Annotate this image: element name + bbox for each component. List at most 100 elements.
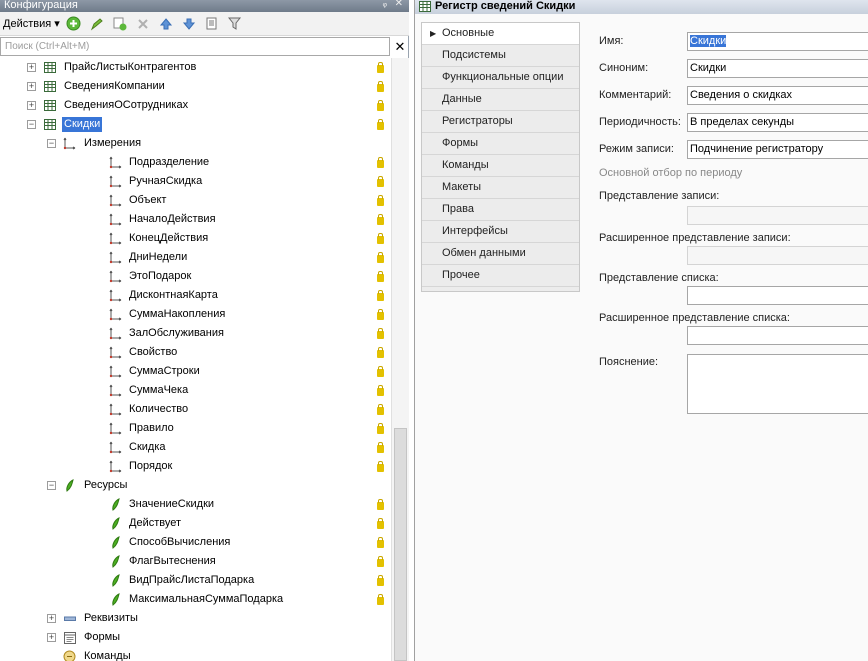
nav-item[interactable]: Обмен данными [422, 243, 579, 265]
nav-item[interactable]: ▶ Основные [422, 23, 579, 45]
tree-item[interactable]: − Ресурсы [0, 476, 390, 495]
tree-item[interactable]: Подразделение [0, 153, 390, 172]
list-repr-label: Представление списка: [599, 272, 719, 284]
lock-icon [377, 328, 384, 339]
list-repr-input[interactable] [687, 286, 868, 305]
expand-icon[interactable]: + [27, 82, 36, 91]
ext-list-repr-input[interactable] [687, 326, 868, 345]
nav-item[interactable]: Команды [422, 155, 579, 177]
tree-item[interactable]: ДниНедели [0, 248, 390, 267]
scrollbar-thumb[interactable] [394, 428, 407, 661]
panel-title-text: Конфигурация [4, 0, 78, 11]
lock-icon [377, 499, 384, 510]
table-icon [43, 61, 56, 74]
nav-item[interactable]: Формы [422, 133, 579, 155]
tree-item[interactable]: − Измерения [0, 134, 390, 153]
actions-menu-button[interactable]: Действия ▾ [3, 17, 60, 30]
tree-item[interactable]: СуммаЧека [0, 381, 390, 400]
nav-item-label: Формы [442, 137, 479, 149]
tree-item[interactable]: Объект [0, 191, 390, 210]
tree-item[interactable]: ЗалОбслуживания [0, 324, 390, 343]
nav-item-label: Интерфейсы [442, 225, 508, 237]
collapse-icon[interactable]: − [47, 139, 56, 148]
write-mode-select[interactable]: Подчинение регистратору [687, 140, 868, 159]
tree-item[interactable]: СуммаСтроки [0, 362, 390, 381]
search-input[interactable]: Поиск (Ctrl+Alt+M) [0, 37, 390, 56]
nav-item[interactable]: Регистраторы [422, 111, 579, 133]
lock-icon [377, 81, 384, 92]
nav-item[interactable]: Макеты [422, 177, 579, 199]
nav-item[interactable]: Подсистемы [422, 45, 579, 67]
form-icon [63, 631, 76, 644]
configuration-panel-title: Конфигурация ᵩ ✕ [0, 0, 409, 12]
copy-icon[interactable] [110, 14, 130, 34]
tree-item-label: Скидка [129, 441, 166, 453]
expand-icon[interactable]: + [47, 614, 56, 623]
synonym-input[interactable]: Скидки [687, 59, 868, 78]
tree-item[interactable]: + СведенияОСотрудниках [0, 96, 390, 115]
dimension-icon [109, 403, 122, 416]
expand-icon[interactable]: + [47, 633, 56, 642]
move-up-icon[interactable] [156, 14, 176, 34]
tree-item[interactable]: + ПрайсЛистыКонтрагентов [0, 58, 390, 77]
expand-icon[interactable]: + [27, 63, 36, 72]
name-input[interactable]: Скидки [687, 32, 868, 51]
tree-item[interactable]: МаксимальнаяСуммаПодарка [0, 590, 390, 609]
expand-icon[interactable]: + [27, 101, 36, 110]
collapse-icon[interactable]: − [27, 120, 36, 129]
ext-record-repr-input[interactable] [687, 246, 868, 265]
tree-item[interactable]: ДисконтнаяКарта [0, 286, 390, 305]
clear-search-icon[interactable]: ✕ [392, 37, 408, 56]
add-icon[interactable] [64, 14, 84, 34]
nav-item[interactable]: Прочее [422, 265, 579, 287]
close-icon[interactable]: ✕ [395, 0, 403, 9]
configuration-panel: Конфигурация ᵩ ✕ Действия ▾ Поиск (Ctrl+… [0, 0, 409, 661]
tree-item[interactable]: КонецДействия [0, 229, 390, 248]
nav-item[interactable]: Данные [422, 89, 579, 111]
record-repr-input[interactable] [687, 206, 868, 225]
delete-icon[interactable] [133, 14, 153, 34]
tree-item[interactable]: ЗначениеСкидки [0, 495, 390, 514]
edit-icon[interactable] [87, 14, 107, 34]
sort-icon[interactable] [202, 14, 222, 34]
nav-item[interactable]: Права [422, 199, 579, 221]
collapse-icon[interactable]: − [47, 481, 56, 490]
tree-item[interactable]: Скидка [0, 438, 390, 457]
tree-item[interactable]: + Реквизиты [0, 609, 390, 628]
resource-icon [109, 517, 122, 530]
lock-icon [377, 404, 384, 415]
tree-item[interactable]: Порядок [0, 457, 390, 476]
tree-item[interactable]: РучнаяСкидка [0, 172, 390, 191]
tree-scrollbar[interactable] [391, 58, 409, 661]
tree-item[interactable]: Количество [0, 400, 390, 419]
tree-item[interactable]: Действует [0, 514, 390, 533]
nav-item[interactable]: Интерфейсы [422, 221, 579, 243]
comment-input[interactable]: Сведения о скидках [687, 86, 868, 105]
tree-item[interactable]: ВидПрайсЛистаПодарка [0, 571, 390, 590]
periodicity-select[interactable]: В пределах секунды [687, 113, 868, 132]
lock-icon [377, 423, 384, 434]
filter-icon[interactable] [225, 14, 245, 34]
tree-item[interactable]: − Скидки [0, 115, 390, 134]
dimension-icon [109, 308, 122, 321]
nav-item-label: Команды [442, 159, 489, 171]
move-down-icon[interactable] [179, 14, 199, 34]
period-filter-checkbox[interactable]: Основной отбор по периоду [599, 167, 742, 179]
tree-item[interactable]: СуммаНакопления [0, 305, 390, 324]
name-value: Скидки [690, 35, 727, 47]
tree-item[interactable]: НачалоДействия [0, 210, 390, 229]
tree-item[interactable]: ЭтоПодарок [0, 267, 390, 286]
tree-item[interactable]: Команды [0, 647, 390, 661]
tree-item[interactable]: ФлагВытеснения [0, 552, 390, 571]
tree-item-label: ЗначениеСкидки [129, 498, 215, 510]
tree-item[interactable]: Правило [0, 419, 390, 438]
nav-item-label: Права [442, 203, 474, 215]
nav-item[interactable]: Функциональные опции [422, 67, 579, 89]
tree-item[interactable]: СпособВычисления [0, 533, 390, 552]
explanation-textarea[interactable] [687, 354, 868, 414]
tree-item[interactable]: Свойство [0, 343, 390, 362]
tree-item[interactable]: + СведенияКомпании [0, 77, 390, 96]
ext-record-repr-label: Расширенное представление записи: [599, 232, 791, 244]
pin-icon[interactable]: ᵩ [383, 0, 387, 9]
tree-item[interactable]: + Формы [0, 628, 390, 647]
